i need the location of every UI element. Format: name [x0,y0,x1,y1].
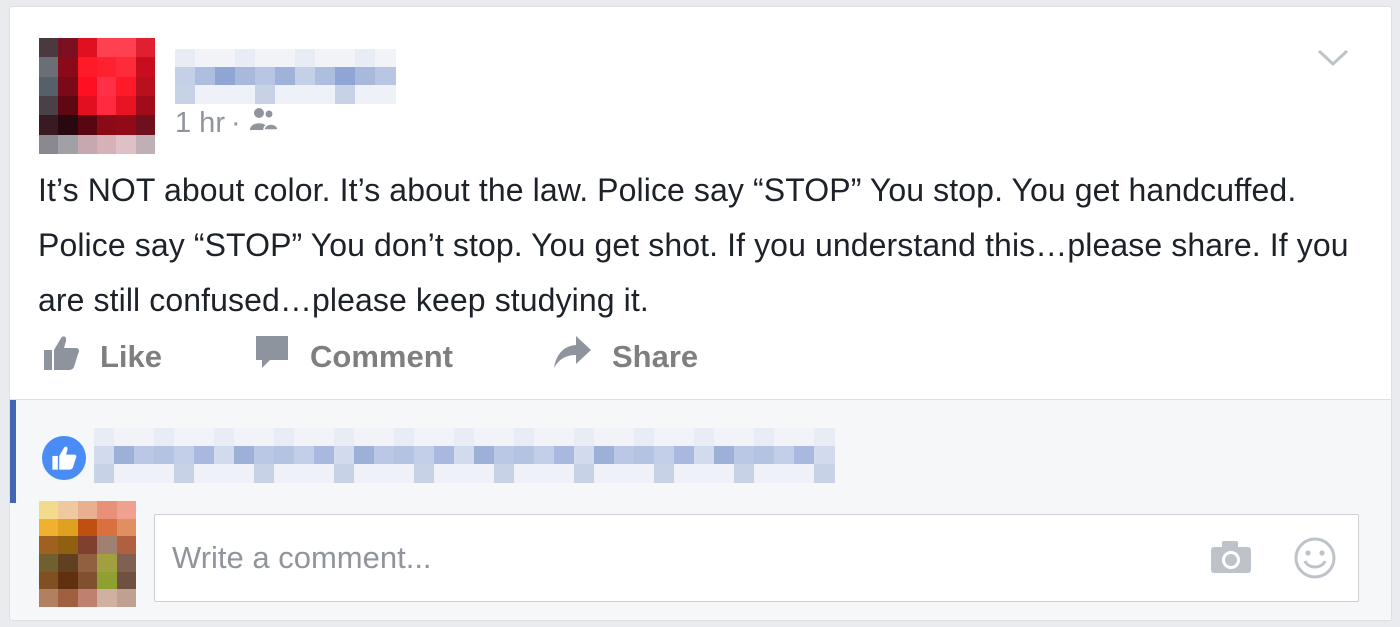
smiley-icon[interactable] [1293,536,1337,585]
like-reaction-icon[interactable] [42,436,86,480]
action-bar: Like Comment Share [38,333,938,381]
author-avatar[interactable] [39,38,155,154]
speech-bubble-icon [254,334,310,380]
camera-icon[interactable] [1209,539,1253,580]
comment-box [154,514,1359,602]
share-button[interactable]: Share [552,333,698,381]
accent-bar [10,400,16,503]
thumbs-up-icon [42,334,100,380]
likers-list-blurred[interactable] [94,428,835,484]
comment-input[interactable] [155,515,1185,601]
post-text: It’s NOT about color. It’s about the law… [38,172,1349,318]
share-label: Share [612,339,699,374]
comment-button[interactable]: Comment [254,333,453,381]
like-label: Like [100,339,163,374]
post-card: 1 hr · It’s NOT about color. It’s about … [9,6,1392,621]
like-button[interactable]: Like [42,333,162,381]
author-name-blurred[interactable] [175,49,396,104]
meta-separator: · [230,106,241,139]
current-user-avatar [39,501,136,607]
share-arrow-icon [552,334,612,380]
post-timestamp[interactable]: 1 hr [175,107,225,140]
comments-section [10,399,1391,620]
friends-icon[interactable] [247,106,279,140]
comment-label: Comment [310,339,453,374]
post-meta: 1 hr · [175,105,279,141]
chevron-down-icon[interactable] [1316,45,1350,69]
